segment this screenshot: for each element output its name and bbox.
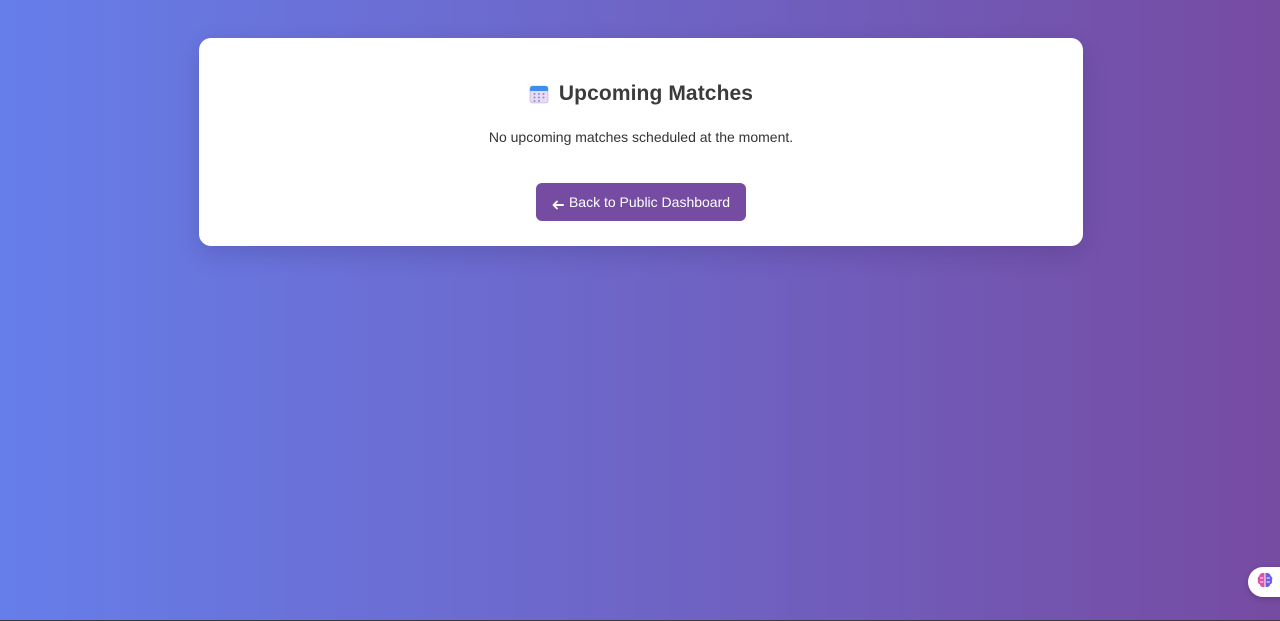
empty-state-message: No upcoming matches scheduled at the mom… — [488, 129, 794, 145]
floating-assistant-button[interactable] — [1248, 567, 1280, 597]
title-row: Upcoming Matches — [199, 82, 1083, 106]
back-to-dashboard-button[interactable]: Back to Public Dashboard — [536, 183, 746, 221]
calendar-icon — [529, 84, 549, 104]
back-button-label: Back to Public Dashboard — [568, 194, 731, 210]
matches-card: Upcoming Matches No upcoming matches sch… — [199, 38, 1083, 246]
page-title: Upcoming Matches — [558, 82, 754, 105]
brain-icon — [1256, 571, 1274, 594]
left-arrow-icon — [552, 197, 564, 210]
